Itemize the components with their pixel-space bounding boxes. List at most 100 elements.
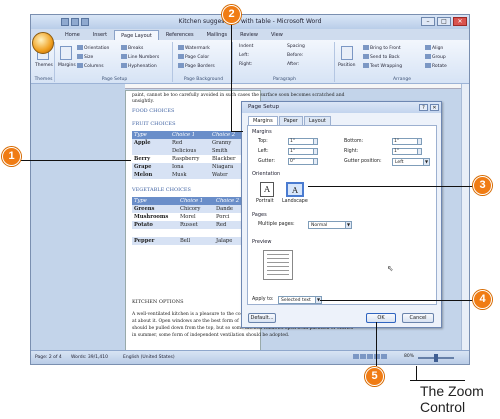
top-margin-field[interactable]: 1"	[288, 138, 318, 145]
tab-insert[interactable]: Insert	[87, 30, 113, 40]
landscape-label: Landscape	[282, 199, 308, 204]
help-button[interactable]: ?	[419, 104, 428, 111]
hyphenation-button[interactable]: Hyphenation	[121, 63, 157, 69]
text-wrapping-button[interactable]: Text Wrapping	[363, 63, 402, 69]
zoom-slider-thumb[interactable]	[434, 354, 438, 362]
doc-line: paint, cannot be too carefully avoided i…	[132, 93, 345, 98]
outline-icon[interactable]	[374, 354, 380, 359]
rotate-icon	[425, 63, 431, 68]
vertical-scrollbar[interactable]	[461, 84, 469, 352]
print-layout-icon[interactable]	[353, 354, 359, 359]
leader-line	[231, 131, 243, 132]
office-button[interactable]	[32, 32, 54, 54]
tab-mailings[interactable]: Mailings	[201, 30, 234, 40]
send-to-back-button[interactable]: Send to Back	[363, 54, 400, 60]
tab-review[interactable]: Review	[234, 30, 264, 40]
line-numbers-button[interactable]: Line Numbers	[121, 54, 159, 60]
table-cell: Bell	[178, 237, 214, 245]
gutter-field[interactable]: 0"	[288, 158, 318, 165]
spinner[interactable]	[313, 138, 318, 145]
full-screen-icon[interactable]	[360, 354, 366, 359]
position-icon[interactable]	[341, 46, 353, 60]
breaks-icon	[121, 45, 127, 50]
arrange-group-label: Arrange	[393, 77, 411, 82]
preview-section-label: Preview	[252, 239, 272, 245]
web-layout-icon[interactable]	[367, 354, 373, 359]
landscape-icon[interactable]: A	[286, 182, 304, 197]
vegetable-table[interactable]: Type Choice 1 Choice 2 Greens Chicory Dande …	[132, 197, 252, 245]
watermark-button[interactable]: Watermark	[178, 45, 210, 51]
apply-to-select[interactable]: Selected text ▼	[278, 296, 322, 304]
title-bar: Kitchen suggestions with table - Microso…	[31, 15, 469, 29]
table-cell: Melon	[132, 171, 170, 179]
table-cell: Morel	[178, 213, 214, 221]
page-borders-button[interactable]: Page Borders	[178, 63, 215, 69]
position-button[interactable]: Position	[338, 63, 356, 68]
food-choices-heading: FOOD CHOICES	[132, 108, 175, 114]
page-color-button[interactable]: Page Color	[178, 54, 209, 60]
close-button[interactable]: ✕	[453, 17, 467, 26]
page-count[interactable]: Page: 2 of 4	[35, 355, 62, 360]
margins-icon[interactable]	[60, 46, 72, 60]
tab-references[interactable]: References	[160, 30, 200, 40]
dialog-tabs: Margins Paper Layout	[248, 116, 332, 125]
ok-button[interactable]: OK	[366, 313, 396, 323]
tab-margins[interactable]: Margins	[248, 116, 278, 125]
group-button[interactable]: Group	[425, 54, 446, 60]
spinner[interactable]	[313, 158, 318, 165]
spinner[interactable]	[417, 138, 422, 145]
page-setup-group-label: Page Setup	[101, 77, 128, 82]
spinner[interactable]	[313, 148, 318, 155]
paragraph-group-label: Paragraph	[272, 77, 297, 82]
undo-icon[interactable]	[71, 18, 79, 26]
tab-paper[interactable]: Paper	[278, 116, 303, 125]
zoom-control-caption: The Zoom Control	[420, 383, 484, 415]
watermark-icon	[178, 45, 184, 50]
minimize-button[interactable]: –	[421, 17, 435, 26]
columns-button[interactable]: Columns	[77, 63, 104, 69]
portrait-label: Portrait	[256, 199, 274, 204]
rotate-button[interactable]: Rotate	[425, 63, 447, 69]
margins-button[interactable]: Margins	[58, 63, 76, 68]
table-cell: Raspberry	[170, 155, 210, 163]
arrange-group: Position Bring to Front Send to Back Tex…	[337, 42, 467, 82]
tab-home[interactable]: Home	[59, 30, 86, 40]
breaks-button[interactable]: Breaks	[121, 45, 143, 51]
fruit-table[interactable]: Type Choice 1 Choice 2 Apple Red Granny Deli…	[132, 131, 252, 179]
language-indicator[interactable]: English (United States)	[123, 355, 175, 360]
size-button[interactable]: Size	[77, 54, 93, 60]
multiple-pages-select[interactable]: Normal ▼	[308, 221, 352, 229]
orientation-button[interactable]: Orientation	[77, 45, 109, 51]
left-margin-field[interactable]: 1"	[288, 148, 318, 155]
cancel-button[interactable]: Cancel	[402, 313, 434, 323]
bring-to-front-button[interactable]: Bring to Front	[363, 45, 401, 51]
draft-icon[interactable]	[381, 354, 387, 359]
portrait-icon[interactable]: A	[260, 182, 274, 197]
leader-line	[416, 366, 417, 380]
bottom-margin-field[interactable]: 1"	[392, 138, 422, 145]
right-margin-field[interactable]: 1"	[392, 148, 422, 155]
horizontal-ruler[interactable]	[125, 84, 469, 89]
word-count[interactable]: Words: 39/1,410	[71, 355, 108, 360]
zoom-level[interactable]: 80%	[404, 354, 414, 359]
window-title: Kitchen suggestions with table - Microso…	[178, 18, 322, 25]
gutter-position-select[interactable]: Left ▼	[392, 158, 430, 166]
redo-icon[interactable]	[81, 18, 89, 26]
tab-view[interactable]: View	[265, 30, 289, 40]
maximize-button[interactable]: □	[437, 17, 451, 26]
doc-line: A well-ventilated kitchen is a pleasure …	[132, 312, 256, 317]
table-row: Delicious Smith	[132, 147, 252, 155]
default-button[interactable]: Default...	[248, 313, 276, 323]
spinner[interactable]	[417, 148, 422, 155]
align-button[interactable]: Align	[425, 45, 443, 51]
status-bar: Page: 2 of 4 Words: 39/1,410 English (Un…	[31, 350, 469, 364]
spacing-before-label: Before:	[287, 53, 304, 58]
table-row	[132, 229, 252, 237]
page-setup-dialog: Page Setup ? ✕ Margins Paper Layout Marg…	[241, 101, 442, 328]
save-icon[interactable]	[61, 18, 69, 26]
table-cell: Mushrooms	[132, 213, 178, 221]
apply-to-label: Apply to:	[252, 297, 274, 302]
dialog-close-button[interactable]: ✕	[430, 104, 439, 111]
tab-layout[interactable]: Layout	[303, 116, 331, 125]
tab-page-layout[interactable]: Page Layout	[114, 30, 159, 40]
